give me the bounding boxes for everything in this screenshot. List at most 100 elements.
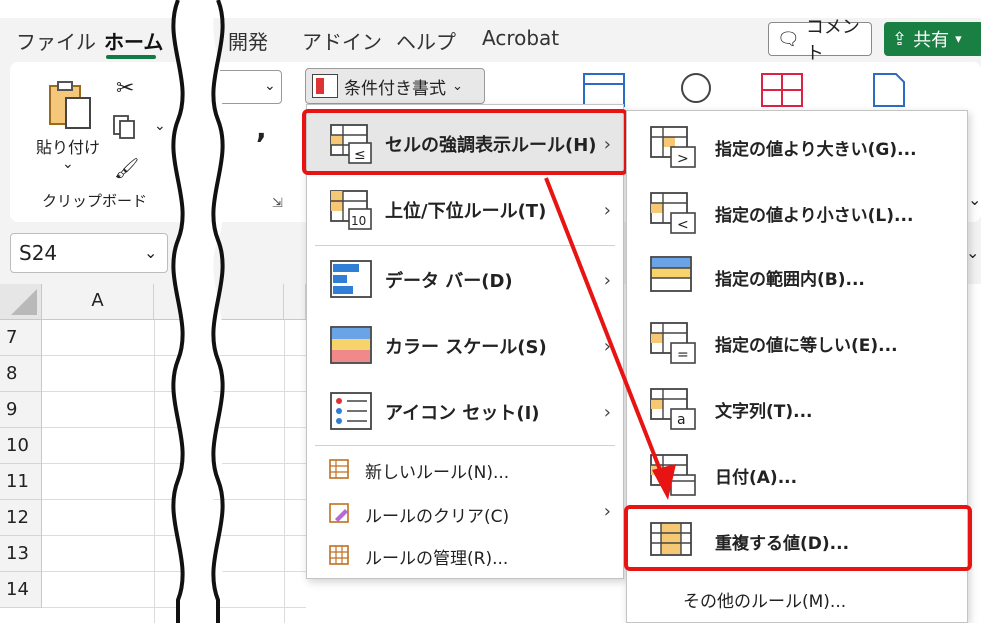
chevron-down-icon[interactable]: ⌄ bbox=[966, 243, 979, 262]
cell-styles-icon[interactable] bbox=[760, 72, 804, 108]
paste-icon[interactable] bbox=[48, 80, 92, 130]
submenu-item-between[interactable]: 指定の範囲内(B)... bbox=[627, 247, 967, 307]
share-button[interactable]: ⇪ 共有 ▾ bbox=[884, 22, 981, 56]
manage-rules-icon bbox=[329, 545, 349, 565]
submenu-item-equal-to[interactable]: = 指定の値に等しい(E)... bbox=[627, 313, 967, 373]
scissors-icon[interactable]: ✂ bbox=[116, 76, 134, 101]
svg-text:=: = bbox=[677, 347, 689, 363]
highlight-box-duplicate-values bbox=[624, 505, 972, 571]
submenu-item-greater-than[interactable]: > 指定の値より大きい(G)... bbox=[627, 117, 967, 177]
menu-item-data-bars[interactable]: データ バー(D) › bbox=[307, 249, 623, 311]
menu-item-label: カラー スケール(S) bbox=[385, 337, 547, 358]
menu-item-label: アイコン セット(I) bbox=[385, 403, 540, 424]
tab-developer[interactable]: 開発 bbox=[228, 26, 268, 55]
select-all-corner[interactable] bbox=[0, 284, 42, 320]
menu-item-icon-sets[interactable]: アイコン セット(I) › bbox=[307, 381, 623, 443]
comment-button[interactable]: 🗨 コメント bbox=[768, 17, 872, 64]
menu-item-label: 上位/下位ルール(T) bbox=[385, 201, 547, 222]
icon-sets-icon bbox=[330, 392, 372, 430]
row-header[interactable]: 8 bbox=[0, 356, 42, 392]
menu-item-new-rule[interactable]: 新しいルール(N)... bbox=[307, 449, 623, 489]
menu-item-label: ルールのクリア(C) bbox=[365, 507, 510, 527]
row-header[interactable]: 11 bbox=[0, 464, 42, 500]
row-header[interactable]: 14 bbox=[0, 572, 42, 608]
submenu-item-label: 日付(A)... bbox=[715, 468, 798, 488]
comma-style-icon[interactable]: , bbox=[256, 112, 267, 145]
clipboard-group: 貼り付け ⌄ ✂ ⌄ 🖌 クリップボード bbox=[14, 68, 174, 216]
submenu-item-less-than[interactable]: < 指定の値より小さい(L)... bbox=[627, 183, 967, 243]
row-header[interactable]: 10 bbox=[0, 428, 42, 464]
chevron-down-icon: ⌄ bbox=[452, 78, 463, 94]
copy-icon[interactable] bbox=[112, 114, 136, 140]
row-header[interactable]: 9 bbox=[0, 392, 42, 428]
svg-text:a: a bbox=[677, 412, 686, 428]
dialog-launcher-icon[interactable]: ⇲ bbox=[272, 196, 283, 211]
table-format-icon[interactable] bbox=[582, 72, 626, 108]
chevron-right-icon: › bbox=[603, 269, 611, 291]
row-header[interactable]: 13 bbox=[0, 536, 42, 572]
color-scales-icon bbox=[330, 326, 372, 364]
new-rule-icon bbox=[329, 459, 349, 479]
submenu-item-label: 指定の値より大きい(G)... bbox=[715, 140, 917, 160]
tab-acrobat[interactable]: Acrobat bbox=[482, 26, 559, 50]
conditional-formatting-menu: ≤ セルの強調表示ルール(H) › 10 上位/下位ルール(T) › データ バ… bbox=[306, 104, 624, 579]
active-tab-indicator bbox=[106, 55, 156, 59]
find-icon[interactable] bbox=[676, 72, 716, 108]
row-header[interactable]: 12 bbox=[0, 500, 42, 536]
grid-line bbox=[284, 320, 285, 623]
chevron-down-icon[interactable]: ⌄ bbox=[154, 118, 166, 134]
submenu-item-label: 指定の値より小さい(L)... bbox=[715, 206, 914, 226]
svg-text:<: < bbox=[677, 217, 689, 233]
chevron-down-icon[interactable]: ⌄ bbox=[62, 156, 74, 172]
chevron-down-icon[interactable]: ⌄ bbox=[968, 190, 981, 209]
column-header[interactable] bbox=[284, 284, 306, 320]
conditional-formatting-button[interactable]: 条件付き書式 ⌄ bbox=[305, 68, 485, 104]
between-icon bbox=[650, 256, 692, 292]
chevron-right-icon: › bbox=[603, 401, 611, 423]
column-header[interactable]: A bbox=[42, 284, 154, 320]
menu-separator bbox=[315, 245, 615, 246]
clear-rules-icon bbox=[329, 503, 349, 523]
top-bottom-rules-icon: 10 bbox=[330, 190, 372, 230]
share-icon: ⇪ bbox=[892, 28, 908, 50]
acrobat-pdf-icon[interactable] bbox=[868, 72, 908, 108]
clipboard-group-label: クリップボード bbox=[42, 192, 148, 210]
menu-item-manage-rules[interactable]: ルールの管理(R)... bbox=[307, 535, 623, 575]
highlight-box-menu-item bbox=[302, 109, 628, 175]
chevron-right-icon: › bbox=[603, 335, 611, 357]
format-painter-icon[interactable]: 🖌 bbox=[114, 156, 139, 180]
share-label: 共有 bbox=[913, 30, 950, 51]
menu-item-top-bottom-rules[interactable]: 10 上位/下位ルール(T) › bbox=[307, 179, 623, 241]
tab-file[interactable]: ファイル bbox=[16, 26, 96, 55]
text-contains-icon: a bbox=[650, 388, 696, 430]
comment-label: コメント bbox=[805, 17, 860, 64]
conditional-format-icon bbox=[312, 74, 338, 98]
grid-line bbox=[154, 320, 155, 623]
menu-separator bbox=[315, 445, 615, 446]
chevron-down-icon[interactable]: ⌄ bbox=[144, 243, 157, 262]
tab-home[interactable]: ホーム bbox=[104, 26, 163, 55]
menu-item-label: ルールの管理(R)... bbox=[365, 549, 509, 569]
submenu-item-more-rules[interactable]: その他のルール(M)... bbox=[683, 587, 846, 612]
submenu-item-label: 指定の範囲内(B)... bbox=[715, 270, 865, 290]
chevron-right-icon: › bbox=[603, 199, 611, 221]
submenu-item-text-contains[interactable]: a 文字列(T)... bbox=[627, 379, 967, 439]
tab-help[interactable]: ヘルプ bbox=[396, 26, 456, 55]
svg-text:>: > bbox=[677, 151, 689, 167]
data-bars-icon bbox=[330, 260, 372, 298]
chevron-down-icon[interactable]: ⌄ bbox=[264, 78, 276, 94]
tab-addins[interactable]: アドイン bbox=[302, 26, 382, 55]
submenu-item-date[interactable]: 日付(A)... bbox=[627, 445, 967, 505]
wave-break-divider bbox=[171, 0, 225, 623]
menu-item-clear-rules[interactable]: ルールのクリア(C) › bbox=[307, 493, 623, 533]
chevron-down-icon: ▾ bbox=[955, 31, 962, 47]
chevron-right-icon: › bbox=[603, 501, 611, 522]
menu-item-color-scales[interactable]: カラー スケール(S) › bbox=[307, 315, 623, 377]
less-than-icon: < bbox=[650, 192, 696, 234]
menu-item-label: 新しいルール(N)... bbox=[365, 463, 510, 483]
paste-label[interactable]: 貼り付け bbox=[36, 134, 100, 158]
svg-text:10: 10 bbox=[351, 214, 366, 228]
submenu-item-label: 指定の値に等しい(E)... bbox=[715, 336, 898, 356]
date-calendar-icon bbox=[650, 454, 696, 496]
row-header[interactable]: 7 bbox=[0, 320, 42, 356]
